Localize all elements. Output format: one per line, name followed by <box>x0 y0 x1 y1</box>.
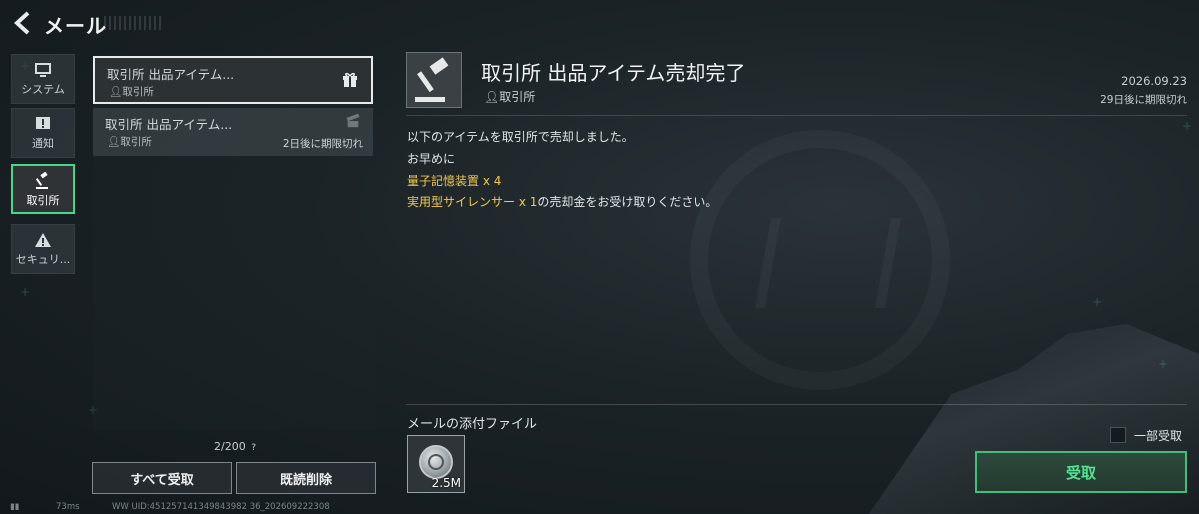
help-icon[interactable]: ? <box>251 443 256 453</box>
gavel-icon <box>415 57 449 102</box>
crosshair-decoration: + <box>20 285 31 299</box>
category-notice[interactable]: 通知 <box>11 108 75 158</box>
detail-sender-label: 取引所 <box>499 90 536 104</box>
body-line-rest: の売却金をお受け取りください。 <box>537 195 718 209</box>
footer: ▮▮ 73ms WW UID:451257141349843982 36_202… <box>10 502 330 512</box>
body-highlight: 実用型サイレンサー x 1 <box>407 195 538 209</box>
attachment-qty: 2.5M <box>431 476 461 490</box>
crosshair-decoration: + <box>1182 119 1193 133</box>
ping-value: 73ms <box>56 502 80 512</box>
gift-opened-icon <box>346 113 360 128</box>
mail-count: 2/200 ? <box>214 440 256 453</box>
coin-icon <box>419 445 453 479</box>
gift-icon <box>343 72 357 87</box>
detail-date: 2026.09.23 <box>1121 74 1187 88</box>
warning-triangle-icon <box>35 233 51 247</box>
crosshair-decoration: + <box>1092 295 1103 309</box>
body-line: 以下のアイテムを取引所で売却しました。 <box>407 130 634 144</box>
divider <box>406 115 1187 116</box>
mail-count-value: 2/200 <box>214 440 246 453</box>
detail-title: 取引所 出品アイテム売却完了 <box>481 61 746 85</box>
battery-icon: ▮▮ <box>10 502 20 512</box>
page-title: メール <box>44 14 107 38</box>
category-label: セキュリ... <box>15 253 71 266</box>
mail-sender: 👤︎取引所 <box>109 84 154 99</box>
attachments-label: メールの添付ファイル <box>407 417 538 432</box>
receive-all-button[interactable]: すべて受取 <box>92 462 232 494</box>
category-label: 通知 <box>32 137 54 150</box>
user-icon: 👤︎ <box>109 86 123 98</box>
background-emblem <box>690 130 950 390</box>
detail-sender: 👤︎取引所 <box>484 88 535 105</box>
divider <box>406 404 1187 405</box>
mail-sender-label: 取引所 <box>122 86 154 98</box>
mail-list-item[interactable]: 取引所 出品アイテム... 👤︎取引所 <box>93 56 373 104</box>
mail-sender-label: 取引所 <box>120 136 152 148</box>
category-label: システム <box>21 83 65 96</box>
user-icon: 👤︎ <box>484 90 500 104</box>
mail-list-item[interactable]: 取引所 出品アイテム... 👤︎取引所 2日後に期限切れ <box>93 108 373 156</box>
detail-icon-frame <box>406 52 462 108</box>
category-label: 取引所 <box>26 194 60 207</box>
user-icon: 👤︎ <box>107 136 121 148</box>
monitor-icon <box>35 63 51 77</box>
delete-read-button[interactable]: 既読削除 <box>236 462 376 494</box>
body-line: お早めに <box>407 152 456 166</box>
category-system[interactable]: システム <box>11 54 75 104</box>
back-button[interactable] <box>10 10 36 36</box>
title-decoration <box>104 16 164 30</box>
gavel-icon <box>35 172 48 189</box>
body-line: 実用型サイレンサー x 1の売却金をお受け取りください。 <box>407 193 717 210</box>
attachment-item[interactable]: 2.5M <box>407 435 465 493</box>
partial-receive-label: 一部受取 <box>1134 429 1183 443</box>
category-security[interactable]: セキュリ... <box>11 224 75 274</box>
chevron-left-icon <box>14 11 30 35</box>
user-uid: WW UID:451257141349843982 36_20260922230… <box>112 502 330 512</box>
mail-expire: 2日後に期限切れ <box>282 138 363 150</box>
crosshair-decoration: + <box>1158 357 1169 371</box>
category-exchange[interactable]: 取引所 <box>11 164 75 214</box>
receive-button[interactable]: 受取 <box>975 451 1187 493</box>
mail-sender: 👤︎取引所 <box>107 134 152 149</box>
mail-subject: 取引所 出品アイテム... <box>105 117 233 132</box>
detail-expire: 29日後に期限切れ <box>1100 94 1187 106</box>
alert-square-icon <box>36 117 50 129</box>
body-highlight: 量子記憶装置 x 4 <box>407 174 502 188</box>
partial-receive-checkbox[interactable] <box>1110 427 1126 443</box>
mail-subject: 取引所 出品アイテム... <box>107 67 235 82</box>
